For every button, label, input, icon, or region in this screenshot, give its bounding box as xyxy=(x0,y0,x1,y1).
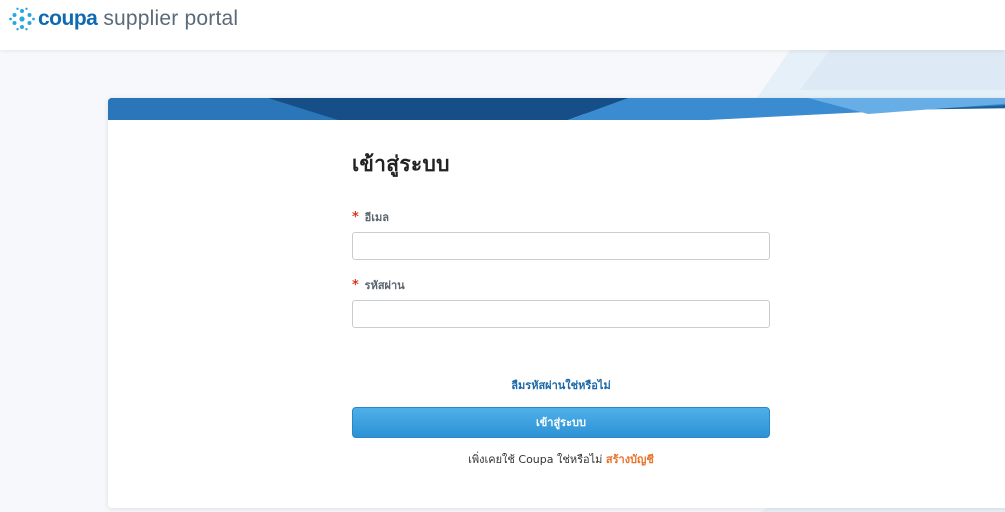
password-field-group: * รหัสผ่าน xyxy=(352,276,772,328)
card-banner-decoration xyxy=(108,98,1005,120)
email-label: * อีเมล xyxy=(352,208,772,226)
login-button[interactable]: เข้าสู่ระบบ xyxy=(352,407,770,438)
required-marker: * xyxy=(352,278,359,293)
password-field[interactable] xyxy=(352,300,770,328)
signup-prompt: เพิ่งเคยใช้ Coupa ใช่หรือไม่ xyxy=(468,453,603,466)
brand-name: coupa xyxy=(38,7,98,30)
password-label-text: รหัสผ่าน xyxy=(364,279,405,292)
signup-row: เพิ่งเคยใช้ Coupa ใช่หรือไม่ สร้างบัญชี xyxy=(352,450,770,468)
top-header: coupa supplier portal xyxy=(0,0,1005,50)
login-form: เข้าสู่ระบบ * อีเมล * รหัสผ่าน ลืมรหัสผ่… xyxy=(352,148,772,468)
email-field-group: * อีเมล xyxy=(352,208,772,260)
create-account-link[interactable]: สร้างบัญชี xyxy=(606,453,654,466)
forgot-password-link[interactable]: ลืมรหัสผ่านใช่หรือไม่ xyxy=(352,376,770,394)
required-marker: * xyxy=(352,210,359,225)
email-label-text: อีเมล xyxy=(364,211,390,224)
coupa-logo[interactable]: coupa supplier portal xyxy=(8,6,238,32)
password-label: * รหัสผ่าน xyxy=(352,276,772,294)
email-field[interactable] xyxy=(352,232,770,260)
login-card: เข้าสู่ระบบ * อีเมล * รหัสผ่าน ลืมรหัสผ่… xyxy=(108,98,1005,508)
brand-suffix: supplier portal xyxy=(103,7,239,30)
coupa-logo-icon xyxy=(9,7,35,31)
page-title: เข้าสู่ระบบ xyxy=(352,152,450,176)
